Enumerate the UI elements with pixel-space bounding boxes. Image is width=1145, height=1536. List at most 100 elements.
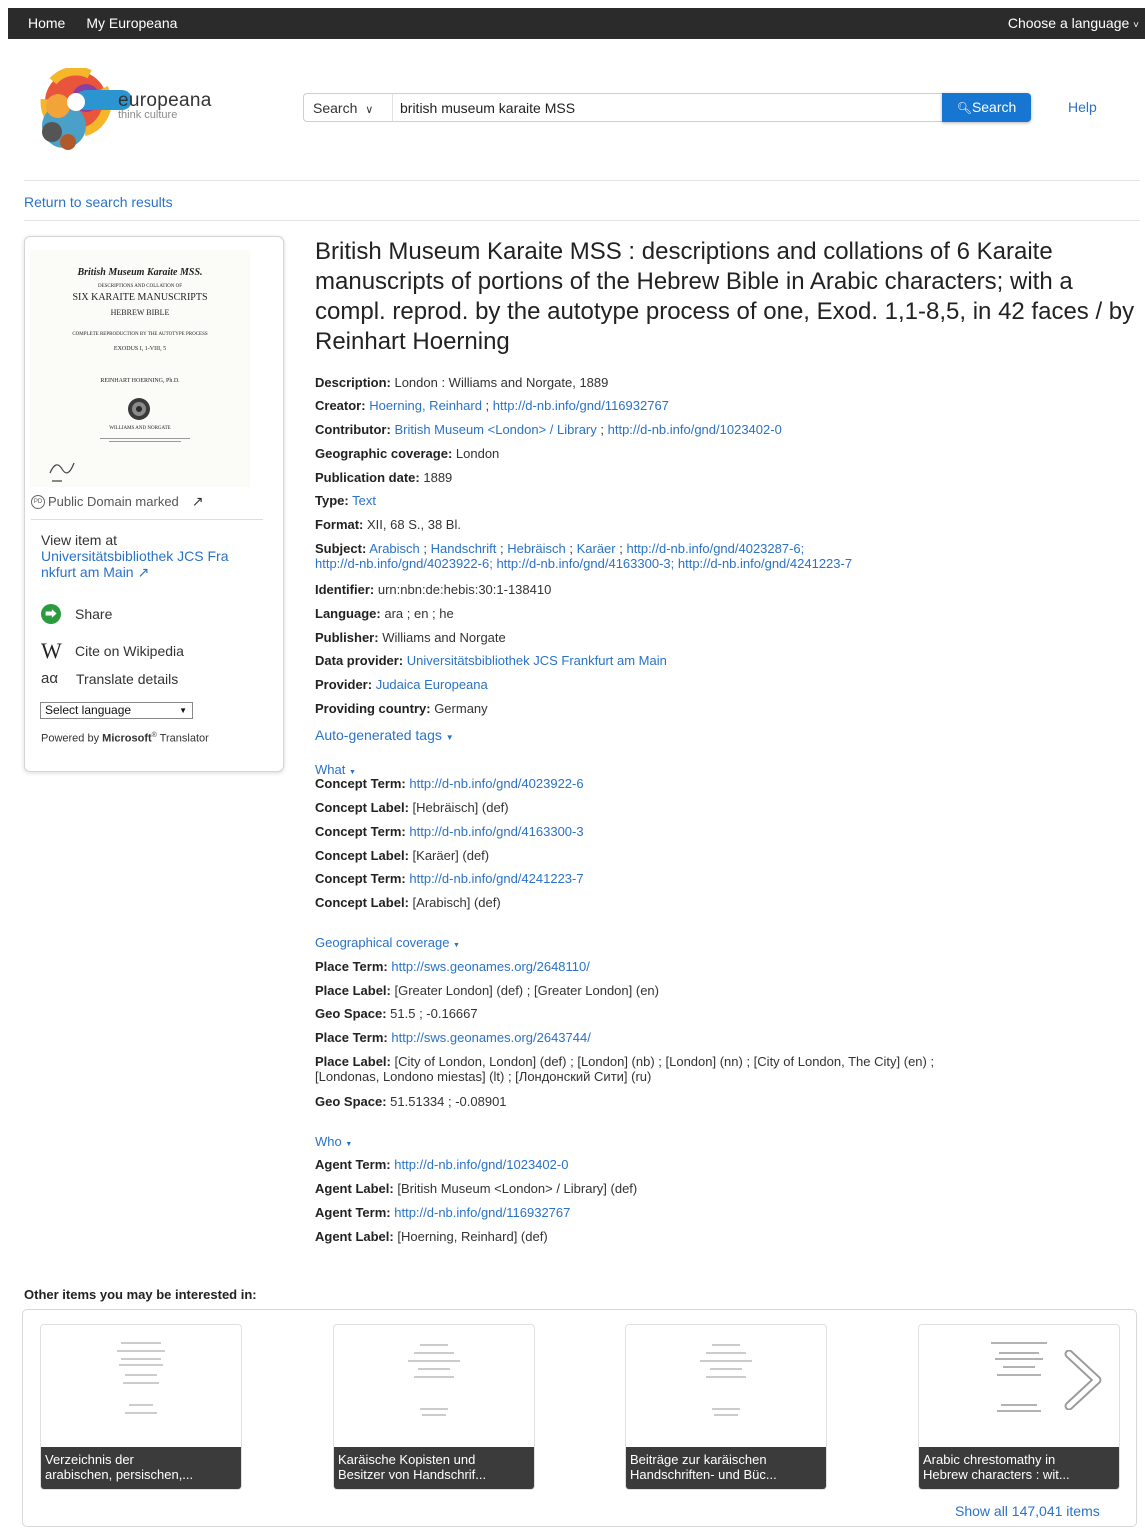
field-value: Williams and Norgate bbox=[382, 630, 506, 645]
place-label-row: Place Label: [City of London, London] (d… bbox=[315, 1054, 1145, 1084]
type-row: Type: Text bbox=[315, 493, 1145, 508]
concept-term-link[interactable]: http://d-nb.info/gnd/4023922-6 bbox=[409, 776, 583, 791]
creator-link[interactable]: Hoerning, Reinhard bbox=[369, 398, 482, 413]
share-button[interactable]: ⮕ Share bbox=[41, 604, 112, 624]
toggle-label: Auto-generated tags bbox=[315, 727, 442, 743]
type-link[interactable]: Text bbox=[352, 493, 376, 508]
field-label: Data provider: bbox=[315, 653, 404, 668]
place-term-row: Place Term: http://sws.geonames.org/2648… bbox=[315, 959, 1145, 974]
license-info[interactable]: PD Public Domain marked ↗ bbox=[31, 493, 204, 510]
caption-line: Hebrew characters : wit... bbox=[923, 1467, 1070, 1482]
related-item-card[interactable]: Beiträge zur karäischen Handschriften- un… bbox=[625, 1324, 827, 1490]
related-item-card[interactable]: Karäische Kopisten und Besitzer von Hands… bbox=[333, 1324, 535, 1490]
creator-uri-link[interactable]: http://d-nb.info/gnd/116932767 bbox=[493, 398, 669, 413]
field-label: Place Term: bbox=[315, 1030, 388, 1045]
related-item-caption: Beiträge zur karäischen Handschriften- un… bbox=[626, 1447, 826, 1489]
data-provider-link[interactable]: Universitätsbibliothek JCS Frankfurt am … bbox=[407, 653, 667, 668]
who-toggle[interactable]: Who ▼ bbox=[315, 1134, 352, 1149]
publisher-row: Publisher: Williams and Norgate bbox=[315, 630, 1145, 645]
carousel-next-icon[interactable] bbox=[1063, 1350, 1103, 1410]
place-term-link[interactable]: http://sws.geonames.org/2643744/ bbox=[391, 1030, 590, 1045]
chevron-down-icon: ∨ bbox=[365, 104, 374, 116]
language-chooser[interactable]: Choose a language ˅ bbox=[1008, 15, 1139, 31]
field-label: Identifier: bbox=[315, 582, 375, 597]
caret-down-icon: ▼ bbox=[453, 942, 460, 949]
thumb-line: HEBREW BIBLE bbox=[110, 308, 170, 317]
what-row: Concept Label: [Karäer] (def) bbox=[315, 848, 1145, 863]
field-label: Description: bbox=[315, 375, 391, 390]
caret-down-icon: ▼ bbox=[348, 769, 356, 776]
license-label: Public Domain marked bbox=[48, 494, 179, 509]
thumb-line: DESCRIPTIONS AND COLLATION OF bbox=[97, 284, 183, 289]
subject-link[interactable]: Handschrift bbox=[431, 541, 497, 556]
field-label: Concept Label: bbox=[315, 848, 409, 863]
search-button[interactable]: 🔍︎Search bbox=[942, 93, 1031, 122]
auto-generated-tags-toggle[interactable]: Auto-generated tags ▼ bbox=[315, 727, 454, 743]
field-label: Geographic coverage: bbox=[315, 446, 453, 461]
search-type-dropdown[interactable]: Search ∨ bbox=[313, 100, 373, 116]
subject-link[interactable]: http://d-nb.info/gnd/4241223-7 bbox=[678, 556, 852, 571]
field-label: Format: bbox=[315, 517, 364, 532]
cite-wikipedia-button[interactable]: W Cite on Wikipedia bbox=[41, 638, 184, 664]
handwritten-note-icon bbox=[49, 462, 75, 482]
caption-line: Handschriften- und Büc... bbox=[630, 1467, 777, 1482]
translate-icon: aα bbox=[41, 670, 59, 687]
record-title: British Museum Karaite MSS : description… bbox=[315, 238, 1135, 355]
providing-country-row: Providing country: Germany bbox=[315, 701, 1145, 716]
field-label: Subject: bbox=[315, 541, 367, 556]
who-row: Agent Term: http://d-nb.info/gnd/1023402… bbox=[315, 1157, 1145, 1172]
geo-space-row: Geo Space: 51.5 ; -0.16667 bbox=[315, 1006, 1145, 1021]
my-europeana-link[interactable]: My Europeana bbox=[86, 15, 177, 31]
language-select[interactable]: Select language ▼ bbox=[40, 702, 193, 719]
contributor-uri-link[interactable]: http://d-nb.info/gnd/1023402-0 bbox=[608, 422, 782, 437]
item-thumbnail[interactable]: British Museum Karaite MSS. DESCRIPTIONS… bbox=[30, 250, 250, 487]
help-link[interactable]: Help bbox=[1068, 99, 1097, 115]
provider-link-text: nkfurt am Main bbox=[41, 564, 134, 580]
field-label: Agent Label: bbox=[315, 1181, 394, 1196]
provider-link[interactable]: Judaica Europeana bbox=[376, 677, 488, 692]
provider-link[interactable]: Universitätsbibliothek JCS Fra bbox=[41, 548, 276, 564]
powered-suffix: Translator bbox=[156, 732, 209, 745]
geographic-coverage-row: Geographic coverage: London bbox=[315, 446, 1145, 461]
show-all-items-link[interactable]: Show all 147,041 items bbox=[955, 1503, 1100, 1519]
caption-line: Verzeichnis der bbox=[45, 1452, 134, 1467]
field-label: Concept Label: bbox=[315, 800, 409, 815]
related-item-card[interactable]: Verzeichnis der arabischen, persischen,..… bbox=[40, 1324, 242, 1490]
contributor-link[interactable]: British Museum <London> / Library bbox=[394, 422, 596, 437]
subject-link[interactable]: Arabisch bbox=[369, 541, 420, 556]
field-label: Agent Label: bbox=[315, 1229, 394, 1244]
subject-link[interactable]: http://d-nb.info/gnd/4023287-6; bbox=[626, 541, 804, 556]
thumb-line: WILLIAMS AND NORGATE bbox=[109, 426, 171, 431]
subject-link[interactable]: Karäer bbox=[577, 541, 616, 556]
translate-details-button[interactable]: aα Translate details bbox=[41, 670, 178, 687]
format-row: Format: XII, 68 S., 38 Bl. bbox=[315, 517, 1145, 532]
agent-term-link[interactable]: http://d-nb.info/gnd/1023402-0 bbox=[394, 1157, 568, 1172]
search-input[interactable] bbox=[400, 97, 935, 118]
what-toggle[interactable]: What ▼ bbox=[315, 762, 356, 777]
concept-term-link[interactable]: http://d-nb.info/gnd/4163300-3 bbox=[409, 824, 583, 839]
document-thumbnail-icon bbox=[700, 1344, 752, 1416]
agent-term-link[interactable]: http://d-nb.info/gnd/116932767 bbox=[394, 1205, 570, 1220]
view-item-at: View item at Universitätsbibliothek JCS … bbox=[41, 532, 276, 580]
field-value: [Hoerning, Reinhard] (def) bbox=[397, 1229, 548, 1244]
top-nav: Home My Europeana bbox=[28, 15, 177, 31]
provider-link-cont[interactable]: nkfurt am Main ↗ bbox=[41, 564, 276, 580]
geographical-coverage-toggle[interactable]: Geographical coverage ▼ bbox=[315, 935, 460, 950]
return-to-results-link[interactable]: Return to search results bbox=[24, 194, 173, 210]
field-label: Provider: bbox=[315, 677, 373, 692]
field-value: [City of London, London] (def) ; [London… bbox=[394, 1054, 935, 1069]
subject-row: Subject: Arabisch ; Handschrift ; Hebräi… bbox=[315, 541, 853, 571]
seal-icon bbox=[128, 398, 150, 420]
home-link[interactable]: Home bbox=[28, 15, 65, 31]
share-label: Share bbox=[75, 606, 113, 622]
concept-term-link[interactable]: http://d-nb.info/gnd/4241223-7 bbox=[409, 871, 583, 886]
identifier-row: Identifier: urn:nbn:de:hebis:30:1-138410 bbox=[315, 582, 1145, 597]
subject-link[interactable]: http://d-nb.info/gnd/4023922-6; bbox=[315, 556, 493, 571]
field-value: London bbox=[455, 446, 500, 461]
share-icon: ⮕ bbox=[41, 604, 61, 624]
place-term-link[interactable]: http://sws.geonames.org/2648110/ bbox=[391, 959, 590, 974]
caption-line: Beiträge zur karäischen bbox=[630, 1452, 767, 1467]
subject-link[interactable]: http://d-nb.info/gnd/4163300-3; bbox=[496, 556, 674, 571]
what-row: Concept Label: [Arabisch] (def) bbox=[315, 895, 1145, 910]
subject-link[interactable]: Hebräisch bbox=[507, 541, 566, 556]
